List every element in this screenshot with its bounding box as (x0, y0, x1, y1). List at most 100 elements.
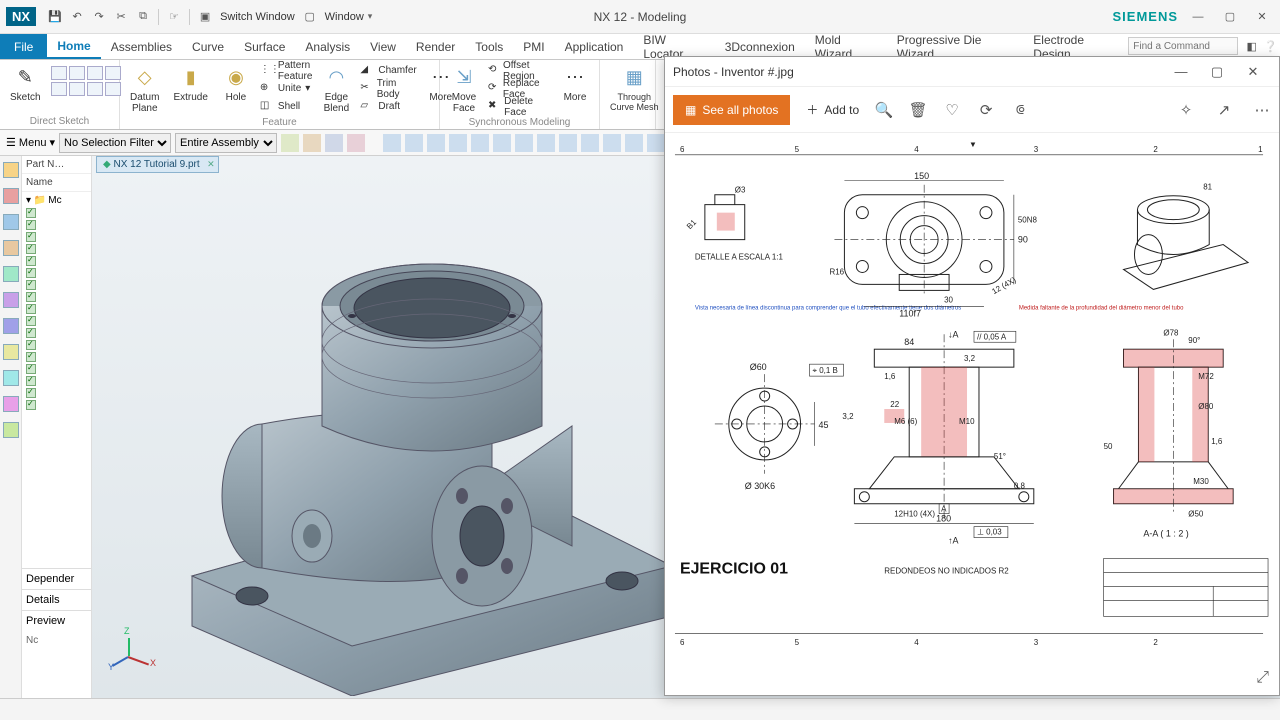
svg-text:▼: ▼ (969, 140, 977, 149)
tab-file[interactable]: File (0, 34, 47, 59)
svg-text:6: 6 (680, 638, 685, 647)
tab-application[interactable]: Application (555, 34, 634, 59)
tab-tools[interactable]: Tools (465, 34, 513, 59)
help2-icon[interactable]: ❔ (1263, 38, 1278, 54)
draft-button[interactable]: ▱Draft (360, 98, 416, 115)
find-command-input[interactable] (1128, 37, 1238, 55)
preview-section[interactable]: Preview (22, 610, 92, 631)
see-all-photos-button[interactable]: ▦ See all photos (673, 95, 790, 125)
tab-analysis[interactable]: Analysis (295, 34, 360, 59)
tab-render[interactable]: Render (406, 34, 465, 59)
photos-minimize-icon[interactable]: — (1163, 60, 1199, 84)
photos-maximize-icon[interactable]: ▢ (1199, 60, 1235, 84)
touch-icon[interactable]: ☞ (166, 9, 182, 25)
app-title: NX 12 - Modeling (594, 10, 687, 24)
svg-text:⌖ 0,1 B: ⌖ 0,1 B (813, 366, 838, 375)
tab-surface[interactable]: Surface (234, 34, 295, 59)
cut-icon[interactable]: ✂ (113, 9, 129, 25)
through-curve-mesh-button[interactable]: ▦Through Curve Mesh (606, 62, 663, 114)
nav-icon[interactable] (3, 162, 19, 178)
svg-text:↑A: ↑A (948, 536, 958, 546)
tab-assemblies[interactable]: Assemblies (101, 34, 182, 59)
sketch-icon: ✎ (11, 64, 39, 90)
rotate-icon[interactable]: ⟳ (977, 101, 995, 119)
copy-icon[interactable]: ⧉ (135, 9, 151, 25)
hole-button[interactable]: ◉Hole (218, 62, 254, 105)
svg-text:30: 30 (944, 295, 953, 304)
offset-region-button[interactable]: ⟲Offset Region (488, 62, 551, 79)
close-tab-icon[interactable]: ✕ (207, 159, 215, 170)
help-icon[interactable]: ◧ (1244, 38, 1259, 54)
siemens-brand: SIEMENS (1112, 9, 1178, 24)
expand-icon[interactable]: ⤢ (1256, 669, 1269, 687)
shape-icon[interactable] (51, 66, 67, 80)
datum-plane-button[interactable]: ◇Datum Plane (126, 62, 163, 116)
save-icon[interactable]: 💾 (47, 9, 63, 25)
sel-icon[interactable] (281, 134, 299, 152)
photos-toolbar: ▦ See all photos ＋ Add to 🔍 🗑 ♡ ⟳ ⟃ ✧ ↗ … (665, 87, 1279, 133)
tree-item[interactable] (26, 207, 87, 219)
edit-icon[interactable]: ✧ (1177, 101, 1195, 119)
redo-icon[interactable]: ↷ (91, 9, 107, 25)
menu-button[interactable]: ☰ Menu ▾ (6, 136, 55, 149)
technical-drawing: .l{stroke:#222;stroke-width:1;fill:none}… (665, 133, 1279, 695)
svg-text:2: 2 (1153, 145, 1158, 154)
add-to-button[interactable]: ＋ Add to (806, 101, 859, 118)
minimize-icon[interactable]: — (1186, 7, 1210, 27)
tab-curve[interactable]: Curve (182, 34, 234, 59)
selection-filter[interactable]: No Selection Filter (59, 133, 171, 153)
details-section[interactable]: Details (22, 589, 92, 610)
restore-icon[interactable]: ▢ (1218, 7, 1242, 27)
window-menu[interactable]: Window (325, 11, 364, 23)
shell-button[interactable]: ◫Shell (260, 98, 312, 115)
svg-text:DETALLE A ESCALA 1:1: DETALLE A ESCALA 1:1 (695, 253, 784, 262)
photos-close-icon[interactable]: ✕ (1235, 60, 1271, 84)
switch-window[interactable]: Switch Window (220, 11, 295, 23)
delete-icon[interactable]: 🗑 (909, 101, 927, 119)
tree-root[interactable]: ▾ 📁 Mc (26, 194, 87, 207)
crop-icon[interactable]: ⟃ (1011, 101, 1029, 119)
more-sync-button[interactable]: ⋯More (557, 62, 593, 105)
svg-text:3,2: 3,2 (964, 354, 976, 363)
delete-face-button[interactable]: ✖Delete Face (488, 98, 551, 115)
sketch-button[interactable]: ✎ Sketch (6, 62, 45, 105)
extrude-button[interactable]: ▮Extrude (169, 62, 211, 105)
trim-body-button[interactable]: ✂Trim Body (360, 80, 416, 97)
replace-face-button[interactable]: ⟳Replace Face (488, 80, 551, 97)
window2-icon[interactable]: ▢ (302, 9, 318, 25)
tab-pmi[interactable]: PMI (513, 34, 554, 59)
pattern-button[interactable]: ⋮⋮Pattern Feature (260, 62, 312, 79)
photos-titlebar[interactable]: Photos - Inventor #.jpg — ▢ ✕ (665, 57, 1279, 87)
svg-text:A-A ( 1 : 2 ): A-A ( 1 : 2 ) (1143, 529, 1188, 539)
svg-text:1,6: 1,6 (884, 372, 896, 381)
tab-home[interactable]: Home (47, 34, 100, 59)
svg-text:12 (4X): 12 (4X) (990, 275, 1017, 296)
window-icon[interactable]: ▣ (197, 9, 213, 25)
undo-icon[interactable]: ↶ (69, 9, 85, 25)
tab-view[interactable]: View (360, 34, 406, 59)
chamfer-button[interactable]: ◢Chamfer (360, 62, 416, 79)
document-tab[interactable]: ◆ NX 12 Tutorial 9.prt ✕ (96, 156, 219, 173)
view-triad[interactable]: Z X Y (112, 638, 152, 678)
photos-content[interactable]: .l{stroke:#222;stroke-width:1;fill:none}… (665, 133, 1279, 695)
move-face-button[interactable]: ⇲Move Face (446, 62, 482, 116)
close-icon[interactable]: ✕ (1250, 7, 1274, 27)
unite-button[interactable]: ⊕Unite ▾ (260, 80, 312, 97)
resource-bar (0, 156, 22, 698)
edge-blend-button[interactable]: ◠Edge Blend (318, 62, 354, 116)
group-feature: Feature (126, 116, 433, 128)
svg-text:45: 45 (819, 420, 829, 430)
svg-text:180: 180 (936, 514, 951, 524)
svg-text:3: 3 (1034, 638, 1039, 647)
svg-text:M6 (6): M6 (6) (894, 417, 917, 426)
nav-name-column[interactable]: Name (22, 174, 91, 192)
svg-text:Ø3: Ø3 (735, 186, 746, 195)
assembly-filter[interactable]: Entire Assembly (175, 133, 277, 153)
favorite-icon[interactable]: ♡ (943, 101, 961, 119)
zoom-icon[interactable]: 🔍 (875, 101, 893, 119)
svg-text:Vista necesaria de línea disco: Vista necesaria de línea discontinua par… (695, 305, 961, 311)
dependencies-section[interactable]: Depender (22, 568, 92, 589)
svg-text:110f7: 110f7 (899, 308, 921, 318)
share-icon[interactable]: ↗ (1215, 101, 1233, 119)
more-icon[interactable]: ⋯ (1253, 101, 1271, 119)
